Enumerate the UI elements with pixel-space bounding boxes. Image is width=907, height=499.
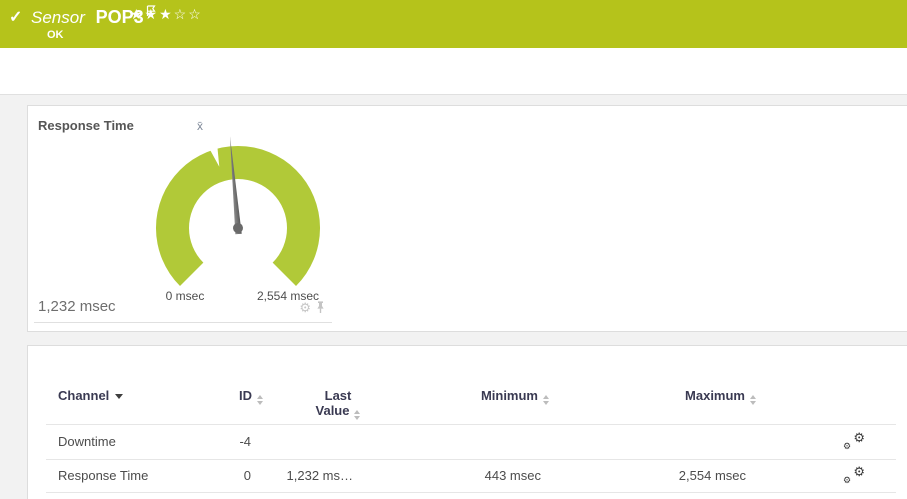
column-header-minimum[interactable]: Minimum <box>444 388 549 405</box>
column-header-maximum[interactable]: Maximum <box>648 388 756 405</box>
sensor-type-label: Sensor <box>31 8 85 27</box>
status-check-icon: ✓ <box>9 7 22 27</box>
gauge-current-value: 1,232 msec <box>38 298 116 315</box>
divider <box>46 459 896 460</box>
priority-stars[interactable]: ★★★☆☆ <box>130 6 203 23</box>
divider <box>46 492 896 493</box>
sort-caret-down-icon <box>115 394 123 399</box>
channel-last-value: 1,232 ms… <box>273 468 353 483</box>
tab-bar: Overview Live Data 2 days 30 days 365 da… <box>0 48 907 95</box>
channel-table-panel: Channel ID Last Value Minimum Maximum Do… <box>27 345 907 499</box>
pin-icon[interactable] <box>315 301 326 314</box>
channel-settings-gears-icon[interactable]: ⚙⚙ <box>843 433 865 451</box>
gauge-settings-gear-icon[interactable]: ⚙ <box>299 301 311 314</box>
gauge-panel: Response Time x̄ 0 msec 2,55 <box>27 105 907 332</box>
column-header-id[interactable]: ID <box>168 388 263 405</box>
gauge-min-label: 0 msec <box>150 289 220 303</box>
sort-arrows-icon <box>354 410 360 420</box>
sort-arrows-icon <box>750 395 756 405</box>
response-time-gauge-widget: Response Time x̄ 0 msec 2,55 <box>34 112 332 323</box>
column-header-last-value[interactable]: Last Value <box>296 388 380 420</box>
sensor-header: ✓ Sensor POP3 ★★★☆☆ OK <box>0 0 907 48</box>
response-time-gauge <box>138 128 338 298</box>
divider <box>46 424 896 425</box>
channel-minimum: 443 msec <box>441 468 541 483</box>
sensor-status-badge: OK <box>47 29 64 41</box>
channel-settings-gears-icon[interactable]: ⚙⚙ <box>843 467 865 485</box>
channel-id: 0 <box>168 468 251 483</box>
gauge-toolbar: ⚙ <box>299 301 326 314</box>
sort-arrows-icon <box>257 395 263 405</box>
channel-id: -4 <box>168 434 251 449</box>
sensor-overview-page: ✓ Sensor POP3 ★★★☆☆ OK Overview Live Dat… <box>0 0 907 499</box>
gauge-title: Response Time <box>38 118 134 133</box>
channel-maximum: 2,554 msec <box>636 468 746 483</box>
sort-arrows-icon <box>543 395 549 405</box>
